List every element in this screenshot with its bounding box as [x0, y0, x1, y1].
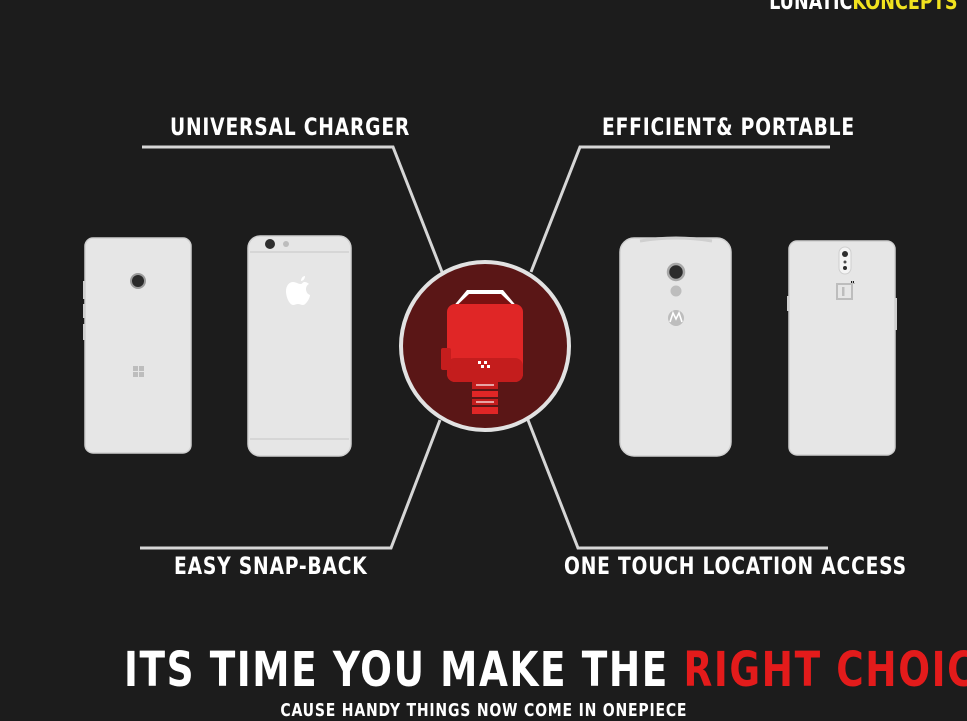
oneplus-phone	[787, 240, 897, 456]
motorola-phone	[619, 236, 732, 457]
motorola-logo-icon	[668, 310, 684, 326]
windows-phone	[83, 237, 192, 454]
illustration	[83, 145, 897, 550]
headline-part2: RIGHT CHOICE	[683, 642, 967, 698]
feature-one-touch-location-access: ONE TOUCH LOCATION ACCESS	[564, 552, 907, 580]
charger-device-icon	[399, 260, 571, 432]
feature-universal-charger: UNIVERSAL CHARGER	[170, 113, 411, 141]
feature-efficient-portable: EFFICIENT& PORTABLE	[602, 113, 855, 141]
feature-easy-snap-back: EASY SNAP-BACK	[174, 552, 368, 580]
iphone	[247, 235, 352, 457]
headline-part1: ITS TIME YOU MAKE THE	[123, 642, 669, 698]
headline: ITS TIME YOU MAKE THE RIGHT CHOICE	[0, 642, 967, 698]
